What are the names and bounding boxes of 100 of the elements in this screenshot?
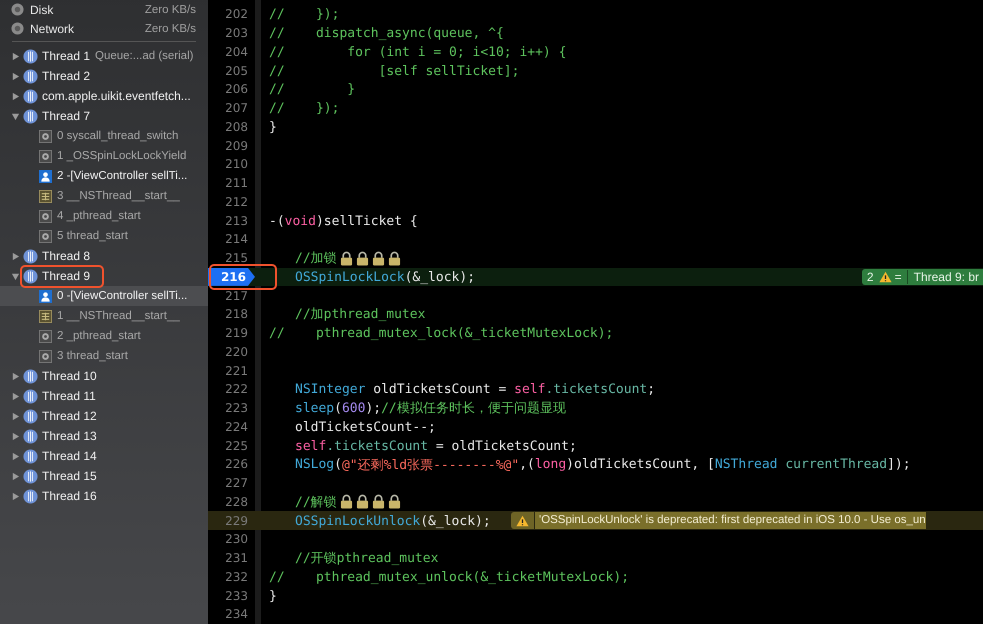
code-line: oldTicketsCount--; [295,420,436,435]
code-line: // }); [269,7,340,22]
code-line: // }); [269,101,340,116]
line-number: 223 [224,400,249,418]
expand-triangle-icon[interactable] [11,412,20,420]
line-number: 219 [224,325,249,342]
code-line: // } [269,82,356,98]
line-number: 209 [224,138,249,155]
stack-frame-row[interactable]: 2 _pthread_start [0,326,208,346]
warning-icon [516,514,529,527]
stack-frame-row[interactable]: 3 __NSThread__start__ [0,186,208,206]
expand-triangle-icon[interactable] [11,492,20,500]
gauge-reading: Zero KB/s [144,4,196,16]
line-number: 230 [224,531,249,548]
line-number: 220 [224,344,249,361]
gauge-icon [11,22,24,35]
expand-triangle-icon[interactable] [11,472,20,480]
gear-icon [39,350,52,362]
code-line: //解锁 [295,492,401,511]
line-number: 213 [224,212,249,230]
stack-frame-row[interactable]: 5 thread_start [0,226,208,246]
thread-icon [23,88,38,104]
line-number: 204 [224,44,249,61]
thread-icon [23,388,38,404]
stack-frame-row[interactable]: 0 syscall_thread_switch [0,126,208,146]
code-line: -(void)sellTicket { [269,214,418,229]
thread-icon [23,448,38,464]
gear-icon [39,230,52,242]
thread-name[interactable]: Thread 7 [42,109,90,123]
thread-stop-message: Thread 9: br [912,270,980,284]
padlock-icon [372,250,385,266]
thread-name[interactable]: Thread 2 [42,69,90,83]
thread-name[interactable]: Thread 1 [42,49,90,63]
line-number: 210 [224,156,249,174]
thread-name[interactable]: Thread 10 [42,369,97,383]
thread-icon [23,368,38,384]
code-line: //加锁 [295,249,401,268]
thread-name[interactable]: Thread 13 [42,429,97,443]
expand-triangle-icon[interactable] [11,92,20,100]
padlock-icon [388,250,401,266]
line-number: 234 [224,606,249,624]
expand-triangle-icon[interactable] [11,452,20,460]
line-number: 217 [224,288,249,305]
line-number: 224 [224,418,249,436]
line-number: 221 [224,362,249,380]
thread-name[interactable]: Thread 12 [42,409,97,423]
expand-triangle-icon[interactable] [11,72,20,80]
gear-icon [39,210,52,222]
line-number: 202 [224,6,249,24]
line-number: 229 [224,512,249,530]
padlock-icon [356,250,369,266]
thread-icon [23,108,38,124]
stack-frame-row[interactable]: 1 _OSSpinLockLockYield [0,146,208,166]
stack-frame-row[interactable]: 3 thread_start [0,346,208,366]
gauge-label: Disk [30,2,54,16]
stack-frame-row[interactable]: 4 _pthread_start [0,206,208,226]
person-icon [39,290,52,302]
code-line: // pthread_mutex_lock(&_ticketMutexLock); [269,326,614,342]
person-icon [39,170,52,182]
thread-name[interactable]: com.apple.uikit.eventfetch... [42,89,191,103]
thread-icon [23,408,38,424]
padlock-icon [340,494,353,510]
expand-triangle-icon[interactable] [11,52,20,60]
gauge-label: Network [30,22,74,36]
thread-name[interactable]: Thread 16 [42,489,97,503]
line-number: 228 [224,494,249,511]
thread-name[interactable]: Thread 8 [42,249,90,263]
gear-icon [39,330,52,342]
stack-frame-row[interactable]: 0 -[ViewController sellTi... [0,286,208,306]
gauge-icon [11,3,24,16]
line-number: 227 [224,475,249,492]
collapse-triangle-icon[interactable] [11,272,20,280]
code-line: OSSpinLockLock(&_lock); [295,270,476,285]
padlock-icon [356,494,369,510]
line-number: 212 [224,194,249,211]
expand-triangle-icon[interactable] [11,372,20,380]
stack-frame-row[interactable]: 2 -[ViewController sellTi... [0,166,208,186]
thread-icon [23,468,38,484]
padlock-icon [340,250,353,266]
collapse-triangle-icon[interactable] [11,112,20,120]
gauge-reading: Zero KB/s [144,22,196,34]
thread-name[interactable]: Thread 14 [42,449,97,463]
thread-icon [23,48,38,64]
expand-triangle-icon[interactable] [11,252,20,260]
line-number: 206 [224,81,249,98]
expand-triangle-icon[interactable] [11,392,20,400]
line-number: 205 [224,62,249,80]
thread-icon [23,268,38,284]
line-number: 207 [224,100,249,118]
thread-name[interactable]: Thread 11 [42,389,96,403]
code-line: sleep(600);//模拟任务时长，便于问题显现 [295,400,566,418]
breakpoint-marker[interactable]: 216 [208,268,255,286]
thread-name[interactable]: Thread 15 [42,469,97,483]
thread-name[interactable]: Thread 9 [42,269,90,283]
code-line: } [269,588,277,604]
thread-queue-label: Queue:...ad (serial) [95,50,194,62]
expand-triangle-icon[interactable] [11,432,20,440]
stack-frame-row[interactable]: 1 __NSThread__start__ [0,306,208,326]
code-line: NSInteger oldTicketsCount = self.ticketsCount; [295,382,656,398]
list-sign: = [894,270,908,284]
